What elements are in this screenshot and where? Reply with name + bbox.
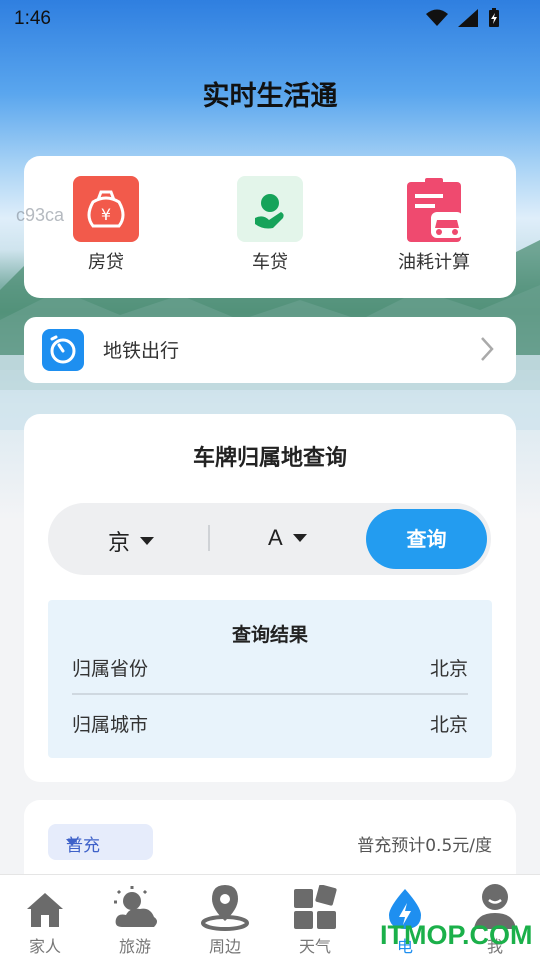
result-value: 北京 [429, 714, 468, 736]
grid-icon [270, 879, 360, 931]
page-title: 实时生活通 [202, 81, 338, 112]
sun-cloud-icon [90, 879, 180, 931]
tab-label: 旅游 [118, 937, 151, 956]
province-value: 京 [108, 531, 131, 556]
tool-fuel-calculator[interactable]: 油耗计算 [374, 176, 494, 274]
province-select[interactable]: 京 [108, 525, 155, 557]
watermark-text: c93ca [16, 205, 65, 225]
tool-car-loan[interactable]: 车贷 [210, 176, 330, 274]
home-icon [0, 879, 90, 931]
chevron-right-icon [481, 337, 494, 361]
tab-label: 天气 [298, 937, 331, 956]
site-logo: ITMOP.COM [380, 920, 533, 950]
letter-select[interactable]: A [268, 525, 307, 551]
caret-down-icon [66, 839, 78, 846]
result-divider [72, 693, 468, 695]
charge-price-note: 普充预计0.5元/度 [357, 836, 492, 856]
tool-label: 油耗计算 [398, 252, 470, 273]
result-value: 北京 [429, 658, 468, 680]
result-label: 归属城市 [72, 714, 149, 736]
tab-family[interactable]: 家人 [0, 879, 90, 957]
caret-down-icon [292, 534, 307, 542]
battery-icon [489, 8, 499, 27]
location-pin-icon [180, 879, 270, 931]
divider [208, 525, 210, 551]
metro-label: 地铁出行 [103, 340, 180, 362]
result-label: 归属省份 [72, 658, 149, 680]
tools-card: ¥ 房贷 车贷 油耗计算 [24, 156, 516, 298]
metro-entry[interactable]: 地铁出行 [24, 317, 516, 383]
query-result-panel: 查询结果 归属省份 北京 归属城市 北京 [48, 600, 492, 758]
svg-text:¥: ¥ [101, 205, 111, 224]
caret-down-icon [140, 537, 155, 545]
plate-query-card: 车牌归属地查询 京 A 查询 查询结果 归属省份 北京 归属城市 北京 [24, 414, 516, 782]
status-bar: 1:46 [0, 0, 540, 36]
signal-icon [458, 9, 478, 27]
tab-nearby[interactable]: 周边 [180, 879, 270, 957]
wifi-icon [426, 9, 448, 26]
letter-value: A [268, 525, 283, 550]
plate-input-bar: 京 A 查询 [48, 503, 491, 575]
plate-query-title: 车牌归属地查询 [192, 446, 347, 471]
tool-label: 房贷 [88, 252, 124, 273]
tab-label: 周边 [208, 937, 241, 956]
tab-weather[interactable]: 天气 [270, 879, 360, 957]
result-title: 查询结果 [231, 624, 308, 646]
tool-label: 车贷 [252, 252, 288, 273]
status-time: 1:46 [14, 8, 51, 29]
query-button[interactable]: 查询 [366, 509, 487, 569]
result-row-city: 归属城市 北京 [72, 710, 468, 737]
result-row-province: 归属省份 北京 [72, 654, 468, 681]
tab-label: 家人 [28, 937, 61, 956]
money-bag-icon: ¥ [73, 176, 139, 242]
metro-icon [42, 329, 84, 371]
fuel-calculator-icon [401, 176, 467, 242]
charge-type-dropdown[interactable]: 普充 [48, 824, 153, 860]
tab-travel[interactable]: 旅游 [90, 879, 180, 957]
car-loan-icon [237, 176, 303, 242]
